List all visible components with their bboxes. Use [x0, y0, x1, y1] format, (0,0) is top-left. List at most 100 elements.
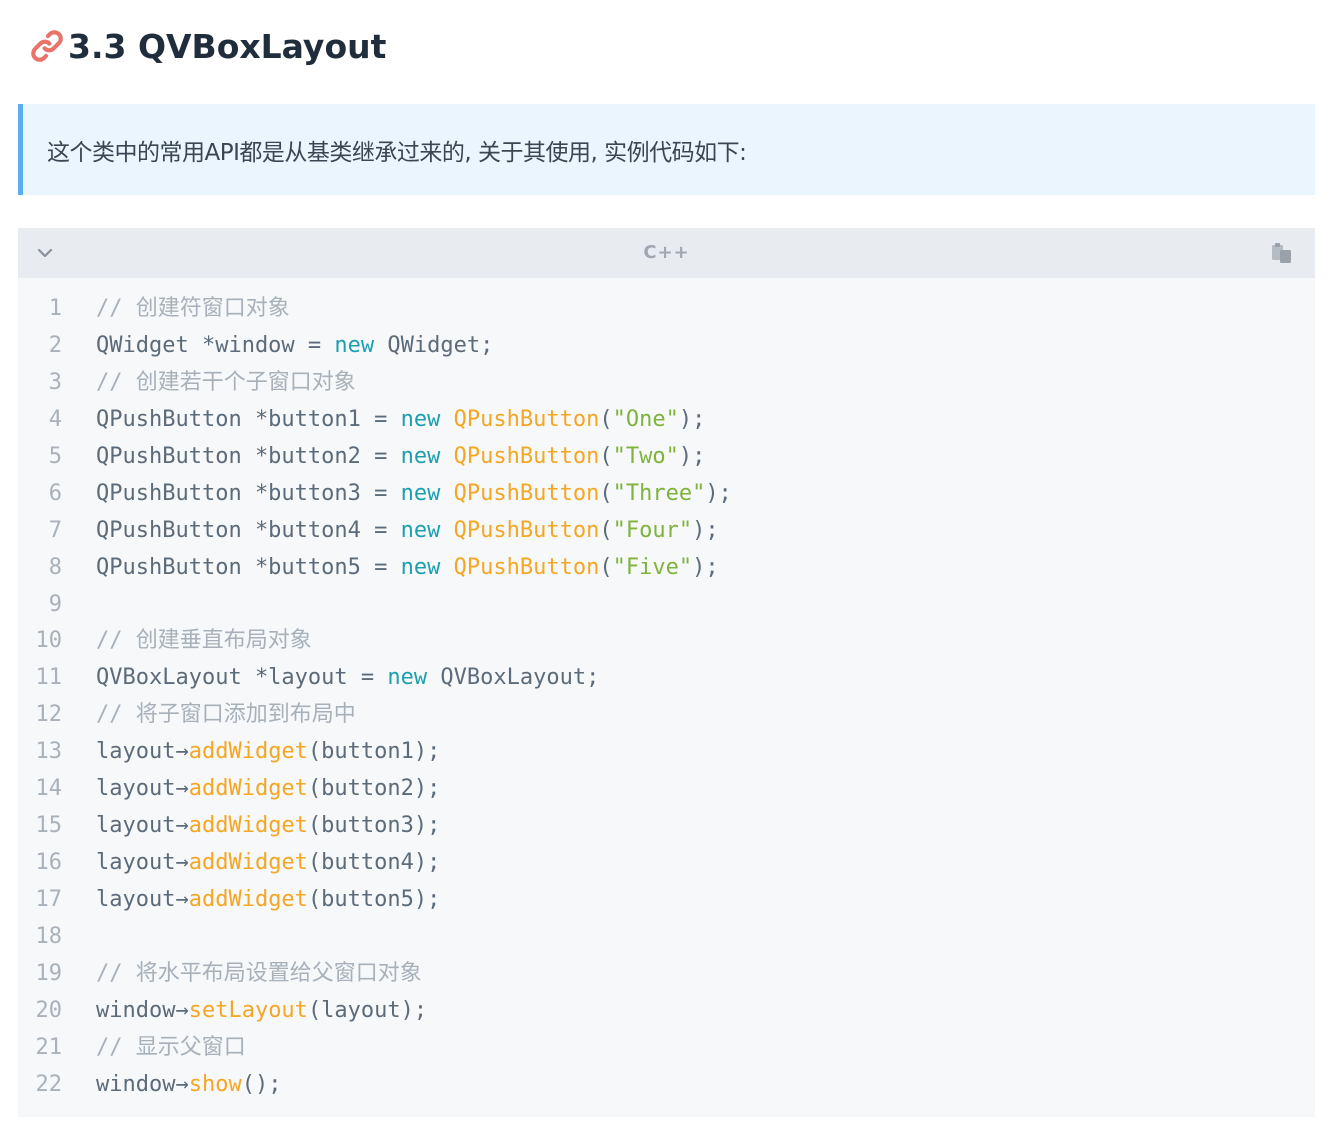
line-source: QPushButton *button5 = new QPushButton("…: [96, 550, 719, 587]
code-line: 15 layout→addWidget(button3);: [18, 808, 1315, 845]
code-line: 5 QPushButton *button2 = new QPushButton(…: [18, 439, 1315, 476]
line-number: 2: [48, 332, 62, 358]
code-token: layout→: [96, 813, 189, 839]
code-token: "Two": [612, 443, 679, 469]
code-line: 21 // 显示父窗口: [18, 1030, 1315, 1067]
line-number: 19: [35, 960, 63, 986]
code-line: 13 layout→addWidget(button1);: [18, 734, 1315, 771]
line-source: QWidget *window = new QWidget;: [96, 328, 493, 365]
code-token: new: [387, 665, 428, 691]
line-source: QPushButton *button2 = new QPushButton("…: [96, 439, 705, 476]
line-number: 10: [35, 628, 63, 654]
code-token: setLayout: [188, 997, 308, 1023]
code-token: (button2);: [307, 776, 441, 802]
code-line: 1 // 创建符窗口对象: [18, 291, 1315, 328]
code-token: QVBoxLayout;: [427, 665, 600, 691]
code-block: C++ 1 // 创建符窗口对象 2 QWidget *window = new QW…: [18, 228, 1315, 1117]
line-source: // 创建垂直布局对象: [96, 623, 312, 660]
code-token: (button3);: [307, 813, 441, 839]
line-number: 9: [48, 591, 62, 617]
code-token: QPushButton: [453, 480, 600, 506]
line-number: 12: [35, 702, 63, 728]
line-number: 11: [35, 665, 63, 691]
code-token: addWidget: [188, 813, 308, 839]
code-body: 1 // 创建符窗口对象 2 QWidget *window = new QWidge…: [18, 291, 1315, 1104]
line-number: 18: [35, 923, 63, 949]
code-token: // 将子窗口添加到布局中: [96, 702, 356, 728]
code-token: addWidget: [188, 776, 308, 802]
code-line: 22 window→show();: [18, 1067, 1315, 1104]
code-token: show: [188, 1071, 242, 1097]
line-number: 6: [48, 480, 62, 506]
code-token: "Five": [612, 554, 693, 580]
line-number: 21: [35, 1034, 63, 1060]
code-token: new: [334, 332, 375, 358]
line-source: layout→addWidget(button2);: [96, 771, 440, 808]
code-token: (: [599, 406, 613, 432]
code-token: );: [692, 517, 719, 543]
code-line: 4 QPushButton *button1 = new QPushButton(…: [18, 402, 1315, 439]
code-line: 6 QPushButton *button3 = new QPushButton(…: [18, 476, 1315, 513]
code-line: 17 layout→addWidget(button5);: [18, 882, 1315, 919]
line-number: 1: [48, 296, 62, 321]
line-source: layout→addWidget(button1);: [96, 734, 440, 771]
code-token: (button5);: [307, 887, 441, 912]
code-token: window→: [96, 1071, 189, 1097]
code-token: QPushButton: [453, 517, 600, 543]
code-token: "Four": [612, 517, 693, 543]
code-header: C++: [18, 228, 1315, 278]
code-token: new: [400, 554, 441, 580]
line-source: layout→addWidget(button4);: [96, 845, 440, 882]
code-token: new: [400, 517, 441, 543]
code-token: QPushButton *button5 =: [96, 554, 401, 580]
line-number: 8: [48, 554, 62, 580]
line-number: 5: [48, 443, 62, 469]
line-source: // 创建若干个子窗口对象: [96, 365, 356, 402]
code-token: layout→: [96, 739, 189, 765]
line-source: QPushButton *button1 = new QPushButton("…: [96, 402, 705, 439]
line-number: 7: [48, 517, 62, 543]
link-icon[interactable]: [28, 27, 66, 65]
line-source: QPushButton *button4 = new QPushButton("…: [96, 513, 719, 550]
code-token: // 显示父窗口: [96, 1034, 246, 1060]
code-line: 2 QWidget *window = new QWidget;: [18, 328, 1315, 365]
code-line: 12 // 将子窗口添加到布局中: [18, 697, 1315, 734]
code-token: (: [599, 480, 613, 506]
info-note: 这个类中的常用API都是从基类继承过来的, 关于其使用, 实例代码如下:: [18, 104, 1315, 195]
line-source: // 显示父窗口: [96, 1030, 246, 1067]
copy-icon[interactable]: [1269, 240, 1295, 266]
code-language-label: C++: [643, 242, 690, 263]
code-token: layout→: [96, 776, 189, 802]
code-token: (: [599, 443, 613, 469]
code-line: 9: [18, 587, 1315, 624]
line-number: 13: [35, 739, 63, 765]
line-number: 20: [35, 997, 63, 1023]
code-token: // 创建符窗口对象: [96, 296, 290, 321]
code-line: 7 QPushButton *button4 = new QPushButton(…: [18, 513, 1315, 550]
code-line: 11 QVBoxLayout *layout = new QVBoxLayout;: [18, 660, 1315, 697]
code-token: (: [599, 554, 613, 580]
section-heading: 3.3 QVBoxLayout: [28, 22, 386, 70]
code-token: QPushButton: [453, 406, 600, 432]
code-token: // 将水平布局设置给父窗口对象: [96, 960, 422, 986]
code-token: (: [599, 517, 613, 543]
code-token: window→: [96, 997, 189, 1023]
code-token: );: [705, 480, 732, 506]
code-token: new: [400, 443, 441, 469]
code-token: QVBoxLayout *layout =: [96, 665, 388, 691]
line-source: QVBoxLayout *layout = new QVBoxLayout;: [96, 660, 599, 697]
code-token: layout→: [96, 850, 189, 876]
line-source: QPushButton *button3 = new QPushButton("…: [96, 476, 732, 513]
code-token: "One": [612, 406, 679, 432]
code-token: // 创建若干个子窗口对象: [96, 369, 356, 395]
code-token: QPushButton: [453, 443, 600, 469]
code-line: 16 layout→addWidget(button4);: [18, 845, 1315, 882]
line-number: 14: [35, 776, 63, 802]
line-number: 15: [35, 813, 63, 839]
code-token: QPushButton *button3 =: [96, 480, 401, 506]
code-line: 3 // 创建若干个子窗口对象: [18, 365, 1315, 402]
code-line: 14 layout→addWidget(button2);: [18, 771, 1315, 808]
code-token: );: [692, 554, 719, 580]
code-token: addWidget: [188, 739, 308, 765]
